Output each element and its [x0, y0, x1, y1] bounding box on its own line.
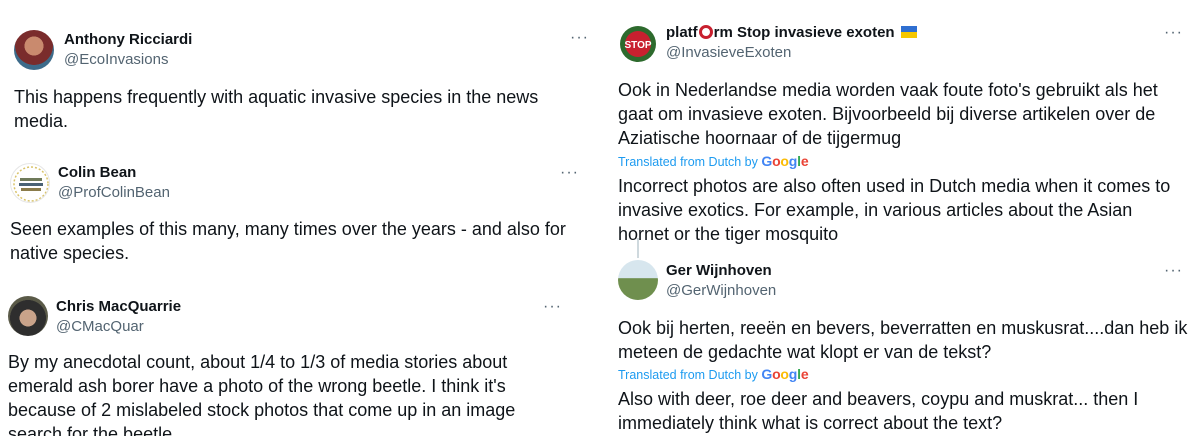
avatar[interactable] — [618, 260, 658, 300]
avatar[interactable] — [8, 296, 48, 336]
avatar[interactable] — [10, 163, 50, 203]
author-handle[interactable]: @ProfColinBean — [58, 184, 170, 201]
tweet-text-translated: Incorrect photos are also often used in … — [618, 176, 1171, 244]
tweet-text: This happens frequently with aquatic inv… — [14, 87, 539, 131]
author-name[interactable]: Ger Wijnhoven — [666, 262, 772, 279]
author-name-prefix: platf — [666, 24, 698, 41]
stop-logo[interactable]: STOP — [618, 24, 658, 64]
tweet-text-translated: Also with deer, roe deer and beavers, co… — [618, 389, 1139, 433]
tweet-text: Seen examples of this many, many times o… — [10, 219, 566, 263]
tweet-text: By my anecdotal count, about 1/4 to 1/3 … — [8, 352, 516, 436]
translated-by-google[interactable]: Translated from Dutch by Google — [618, 366, 809, 382]
author-handle[interactable]: @CMacQuar — [56, 318, 144, 335]
more-icon[interactable]: ··· — [543, 299, 562, 315]
more-icon[interactable]: ··· — [1164, 25, 1183, 41]
thread-connector — [637, 238, 639, 258]
author-name-suffix: rm Stop invasieve exoten — [713, 24, 895, 41]
author-handle[interactable]: @InvasieveExoten — [666, 44, 791, 61]
more-icon[interactable]: ··· — [570, 30, 589, 46]
author-handle[interactable]: @EcoInvasions — [64, 51, 168, 68]
o-ring-icon — [698, 25, 713, 39]
author-handle[interactable]: @GerWijnhoven — [666, 282, 776, 299]
ukraine-flag-icon — [900, 26, 917, 38]
google-logo: Google — [761, 366, 809, 382]
tweet-text-original: Ook bij herten, reeën en bevers, beverra… — [618, 318, 1188, 362]
translated-by-google[interactable]: Translated from Dutch by Google — [618, 153, 809, 169]
svg-text:STOP: STOP — [624, 40, 651, 51]
more-icon[interactable]: ··· — [1164, 263, 1183, 279]
author-name[interactable]: Anthony Ricciardi — [64, 31, 192, 48]
translated-label: Translated from Dutch by — [618, 155, 758, 169]
avatar[interactable] — [14, 30, 54, 70]
more-icon[interactable]: ··· — [560, 165, 579, 181]
author-name[interactable]: platf rm Stop invasieve exoten — [666, 24, 917, 41]
author-name[interactable]: Colin Bean — [58, 164, 136, 181]
google-logo: Google — [761, 153, 809, 169]
author-name[interactable]: Chris MacQuarrie — [56, 298, 181, 315]
translated-label: Translated from Dutch by — [618, 368, 758, 382]
tweet-text-original: Ook in Nederlandse media worden vaak fou… — [618, 80, 1158, 148]
